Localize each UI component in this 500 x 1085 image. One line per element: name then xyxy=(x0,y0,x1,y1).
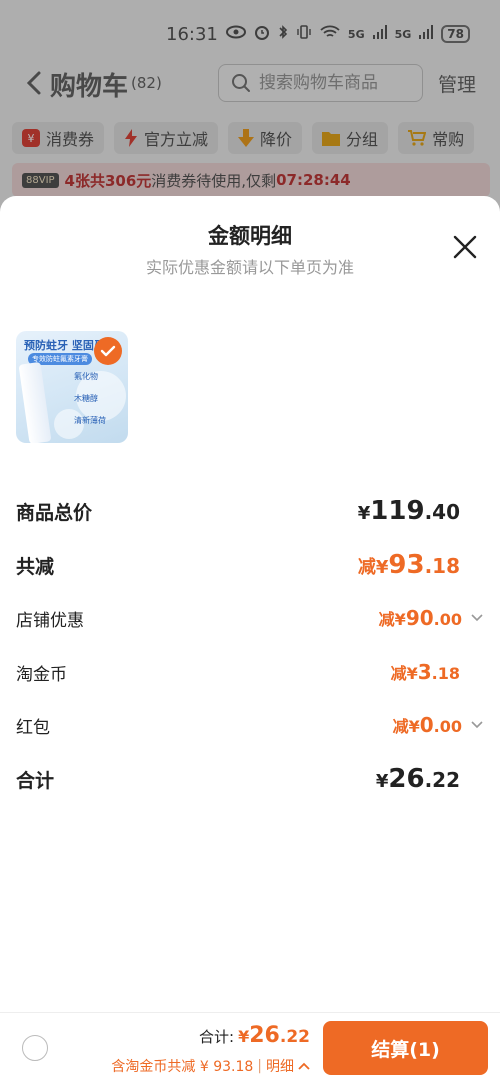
value-int: 93 xyxy=(388,550,425,580)
value-int: 119 xyxy=(370,496,425,526)
value-int: 26 xyxy=(388,764,425,794)
value-prefix: ¥ xyxy=(357,503,371,524)
amount-detail-sheet: 金额明细 实际优惠金额请以下单页为准 预防蛀牙 坚固牙 专效防蛀氟素牙膏 氟化物… xyxy=(0,196,500,1085)
value-prefix: ¥ xyxy=(375,771,389,792)
row-label: 淘金币 xyxy=(16,664,67,685)
toothpaste-tube xyxy=(18,361,52,443)
total-prefix: ¥ xyxy=(238,1027,250,1046)
check-icon xyxy=(100,345,116,357)
row-taojinbi: 淘金币 减¥ 3 .18 xyxy=(16,655,484,689)
bottom-total: 合计: ¥ 26 .22 xyxy=(199,1023,310,1048)
product-feature: 氟化物 xyxy=(74,372,98,381)
row-red-packet[interactable]: 红包 减¥ 0 .00 xyxy=(16,708,484,742)
product-feature: 木糖醇 xyxy=(74,394,98,403)
checkout-button[interactable]: 结算(1) xyxy=(323,1021,488,1075)
value-dec: .18 xyxy=(424,554,460,578)
value-int: 90 xyxy=(405,606,434,630)
row-label: 共减 xyxy=(16,555,55,578)
value-int: 0 xyxy=(419,713,434,737)
select-all-checkbox[interactable] xyxy=(22,1035,48,1061)
row-total-discount: 共减 减¥ 93 .18 xyxy=(16,548,484,582)
value-int: 3 xyxy=(417,660,432,684)
row-value: 减¥ 93 .18 xyxy=(358,550,484,580)
row-label: 商品总价 xyxy=(16,501,93,524)
value-prefix: 减¥ xyxy=(392,717,420,736)
product-feature: 清新薄荷 xyxy=(74,416,106,425)
product-thumbnail[interactable]: 预防蛀牙 坚固牙 专效防蛀氟素牙膏 氟化物 木糖醇 清新薄荷 xyxy=(16,331,128,443)
close-icon xyxy=(453,235,477,259)
value-prefix: 减¥ xyxy=(357,557,389,578)
row-value: 减¥ 3 .18 xyxy=(391,660,484,684)
value-dec: .40 xyxy=(424,500,460,524)
row-store-discount[interactable]: 店铺优惠 减¥ 90 .00 xyxy=(16,601,484,635)
chevron-down-icon xyxy=(471,614,483,622)
total-int: 26 xyxy=(249,1023,280,1048)
value-prefix: 减¥ xyxy=(390,664,418,683)
checkout-bar: 合计: ¥ 26 .22 含淘金币共减 ¥ 93.18 | 明细 结算(1) xyxy=(0,1012,500,1085)
chevron-down-icon xyxy=(471,721,483,729)
discount-summary: 含淘金币共减 ¥ 93.18 | 明细 xyxy=(111,1056,310,1076)
row-label: 店铺优惠 xyxy=(16,610,84,631)
row-label: 红包 xyxy=(16,717,50,738)
selected-check[interactable] xyxy=(94,337,122,365)
total-label: 合计: xyxy=(199,1028,235,1046)
row-value: ¥ 119 .40 xyxy=(358,496,484,526)
total-dec: .22 xyxy=(279,1027,310,1047)
value-dec: .18 xyxy=(431,664,460,683)
row-value: 减¥ 0 .00 xyxy=(393,713,484,737)
chevron-up-icon xyxy=(298,1062,310,1070)
detail-label: 明细 xyxy=(266,1059,294,1075)
value-prefix: 减¥ xyxy=(378,610,406,629)
close-button[interactable] xyxy=(452,234,478,260)
row-label: 合计 xyxy=(16,769,55,792)
discount-text: 含淘金币共减 ¥ 93.18 xyxy=(111,1059,254,1075)
row-value: ¥ 26 .22 xyxy=(376,764,484,794)
sheet-subtitle: 实际优惠金额请以下单页为准 xyxy=(145,258,354,277)
value-dec: .00 xyxy=(433,610,462,629)
row-subtotal: 商品总价 ¥ 119 .40 xyxy=(16,494,484,528)
row-total: 合计 ¥ 26 .22 xyxy=(16,762,484,796)
detail-toggle[interactable]: 明细 xyxy=(266,1056,310,1076)
sheet-title: 金额明细 xyxy=(208,224,292,248)
value-dec: .22 xyxy=(424,768,460,792)
value-dec: .00 xyxy=(433,717,462,736)
separator: | xyxy=(257,1058,262,1074)
product-headline: 预防蛀牙 坚固牙 xyxy=(24,339,105,352)
row-value: 减¥ 90 .00 xyxy=(379,606,484,630)
